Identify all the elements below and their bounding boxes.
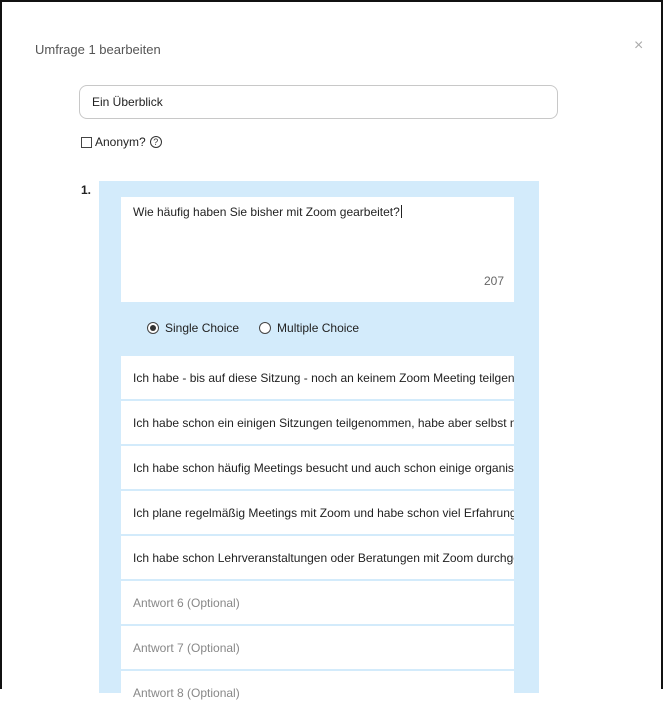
answer-field[interactable]: Ich habe schon Lehrveranstaltungen oder … (121, 536, 514, 579)
question-number: 1. (81, 183, 92, 197)
text-caret (400, 205, 402, 218)
answer-list: Ich habe - bis auf diese Sitzung - noch … (121, 356, 514, 716)
answer-field[interactable]: Ich habe schon ein einigen Sitzungen tei… (121, 401, 514, 444)
radio-selected-dot (150, 325, 156, 331)
question-text: Wie häufig haben Sie bisher mit Zoom gea… (133, 205, 400, 219)
single-choice-option[interactable]: Single Choice (147, 321, 239, 335)
checkbox-icon[interactable] (81, 136, 92, 148)
answer-field-empty[interactable]: Antwort 7 (Optional) (121, 626, 514, 669)
help-circle-icon[interactable]: ? (149, 136, 162, 148)
answer-field[interactable]: Ich habe schon häufig Meetings besucht u… (121, 446, 514, 489)
radio-icon[interactable] (147, 322, 159, 334)
answer-field-empty[interactable]: Antwort 8 (Optional) (121, 671, 514, 714)
dialog-title: Umfrage 1 bearbeiten (35, 42, 161, 57)
poll-edit-dialog: Umfrage 1 bearbeiten × Anonym? ? 1. Wie … (0, 0, 663, 714)
multiple-choice-label: Multiple Choice (277, 321, 360, 335)
anonymous-option[interactable]: Anonym? ? (81, 135, 162, 149)
char-counter: 207 (483, 274, 504, 288)
multiple-choice-option[interactable]: Multiple Choice (259, 321, 359, 335)
close-icon[interactable]: × (634, 38, 643, 54)
answer-field-empty[interactable]: Antwort 6 (Optional) (121, 581, 514, 624)
single-choice-label: Single Choice (165, 321, 240, 335)
anonymous-label: Anonym? (95, 135, 146, 149)
answer-field[interactable]: Ich plane regelmäßig Meetings mit Zoom u… (121, 491, 514, 534)
poll-name-input[interactable] (79, 85, 558, 119)
question-text-field[interactable]: Wie häufig haben Sie bisher mit Zoom gea… (121, 197, 514, 302)
answer-field[interactable]: Ich habe - bis auf diese Sitzung - noch … (121, 356, 514, 399)
radio-icon[interactable] (259, 322, 272, 334)
question-type-group: Single Choice Multiple Choice (147, 321, 359, 335)
question-panel: Wie häufig haben Sie bisher mit Zoom gea… (99, 181, 539, 714)
